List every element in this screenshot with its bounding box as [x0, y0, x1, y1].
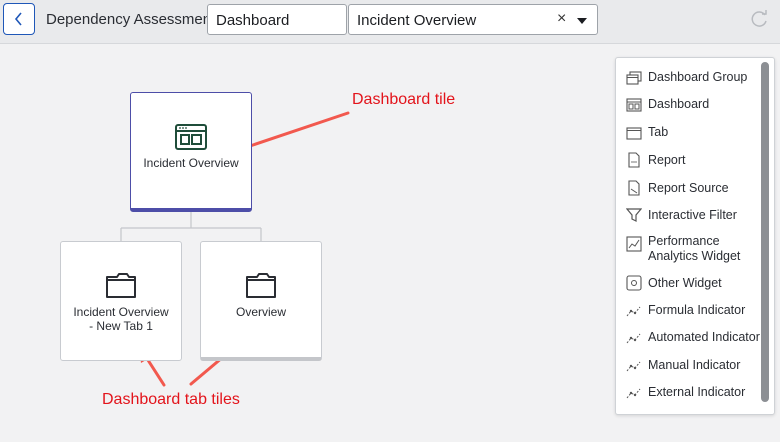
palette-item-report-source[interactable]: Report Source — [626, 180, 766, 196]
back-button[interactable] — [3, 3, 35, 35]
chevron-left-icon — [14, 12, 22, 26]
annotation-dashboard-tab-tiles: Dashboard tab tiles — [102, 391, 240, 408]
tab-tile-2-label: Overview — [235, 305, 286, 319]
tab-tile-1-label-line2: - New Tab 1 — [89, 319, 153, 333]
other-widget-icon — [626, 275, 642, 291]
palette-item-label-line1: Performance — [648, 234, 720, 248]
refresh-icon[interactable] — [748, 8, 770, 30]
filter-icon — [626, 208, 642, 222]
dashboard-tile[interactable]: Incident Overview — [130, 92, 252, 212]
palette-item-external-indicator[interactable]: External Indicator — [626, 385, 766, 400]
report-source-icon — [628, 180, 640, 196]
dashboard-select[interactable]: Incident Overview × — [348, 4, 598, 35]
palette-item-manual-indicator[interactable]: Manual Indicator — [626, 358, 766, 373]
tab-tile-1[interactable]: Incident Overview - New Tab 1 — [60, 241, 182, 361]
performance-analytics-icon — [626, 236, 642, 252]
palette-item-label: Automated Indicator — [648, 330, 760, 344]
palette-item-performance-analytics-widget[interactable]: Performance Analytics Widget — [626, 234, 766, 264]
palette-item-dashboard-group[interactable]: Dashboard Group — [626, 70, 766, 85]
palette-item-label: Manual Indicator — [648, 358, 741, 372]
tab-tile-2[interactable]: Overview — [200, 241, 322, 361]
palette-item-label: Dashboard — [648, 97, 710, 111]
dashboard-tile-label: Incident Overview — [143, 156, 239, 170]
dashboard-icon — [175, 124, 207, 150]
caret-down-icon[interactable] — [577, 18, 587, 24]
palette-item-label: Formula Indicator — [648, 303, 746, 317]
manual-indicator-icon — [626, 361, 641, 371]
annotation-dashboard-tile: Dashboard tile — [352, 91, 456, 108]
palette-item-dashboard[interactable]: Dashboard — [626, 97, 766, 112]
external-indicator-icon — [626, 388, 641, 398]
palette-item-label-line2: Analytics Widget — [648, 249, 741, 263]
dashboard-select-value: Incident Overview — [357, 12, 477, 29]
report-icon — [628, 152, 640, 168]
palette-item-label: Report Source — [648, 180, 729, 195]
palette-item-interactive-filter[interactable]: Interactive Filter — [626, 207, 766, 223]
palette-item-label: External Indicator — [648, 385, 746, 399]
palette-item-automated-indicator[interactable]: Automated Indicator — [626, 330, 766, 345]
top-toolbar: Dependency Assessment Dashboard Incident… — [0, 0, 780, 44]
tab-icon — [626, 126, 642, 140]
automated-indicator-icon — [626, 333, 641, 343]
clear-icon[interactable]: × — [557, 9, 571, 29]
palette-item-label: Dashboard Group — [648, 70, 748, 84]
folder-icon — [106, 273, 136, 298]
formula-indicator-icon — [626, 306, 641, 316]
palette-item-report[interactable]: Report — [626, 152, 766, 168]
page-title: Dependency Assessment — [46, 11, 216, 28]
palette-item-label: Tab — [648, 125, 669, 139]
dashboard-icon — [626, 97, 642, 112]
palette-item-other-widget[interactable]: Other Widget — [626, 275, 766, 291]
palette-item-formula-indicator[interactable]: Formula Indicator — [626, 303, 766, 318]
palette-item-label: Report — [648, 152, 686, 167]
palette-item-label: Other Widget — [648, 275, 722, 290]
folder-icon — [246, 273, 276, 298]
tab-tile-1-label-line1: Incident Overview — [73, 305, 169, 319]
component-palette: Dashboard Group Dashboard Tab Report Rep… — [615, 57, 775, 415]
dashboard-group-icon — [626, 70, 642, 85]
palette-item-label: Interactive Filter — [648, 207, 737, 222]
palette-item-tab[interactable]: Tab — [626, 125, 766, 140]
palette-scrollbar[interactable] — [761, 62, 769, 402]
dashboard-type-select[interactable]: Dashboard — [207, 4, 347, 35]
